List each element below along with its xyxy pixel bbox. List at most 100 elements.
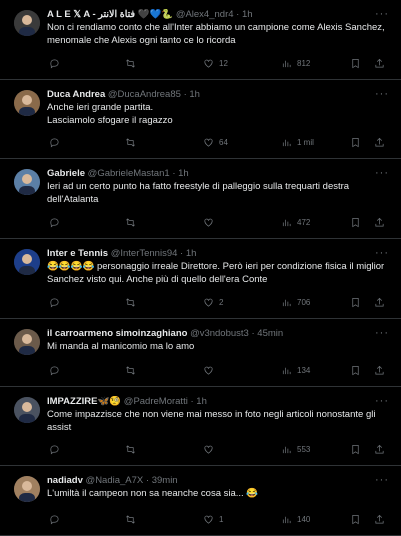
avatar[interactable] xyxy=(14,329,40,355)
display-name[interactable]: A L E 𝕏 A - فتاة الانتر 🖤💙🐍 xyxy=(47,9,173,20)
timestamp[interactable]: 1h xyxy=(178,168,189,179)
avatar[interactable] xyxy=(14,476,40,502)
views-button[interactable]: 140 xyxy=(281,514,310,525)
like-button[interactable] xyxy=(203,444,219,455)
like-button[interactable]: 1 xyxy=(203,514,223,525)
like-count: 64 xyxy=(219,138,228,147)
reply-button[interactable] xyxy=(49,217,65,228)
share-button[interactable] xyxy=(374,137,385,148)
user-handle[interactable]: @Alex4_ndr4 xyxy=(176,9,234,20)
like-button[interactable]: 12 xyxy=(203,58,228,69)
share-button[interactable] xyxy=(374,444,385,455)
timestamp[interactable]: 1h xyxy=(189,89,200,100)
tweet-header: Gabriele @GabrieleMastan1 · 1h xyxy=(47,168,375,180)
avatar[interactable] xyxy=(14,169,40,195)
like-button[interactable]: 2 xyxy=(203,297,223,308)
retweet-button[interactable] xyxy=(125,514,141,525)
bookmark-button[interactable] xyxy=(350,58,361,69)
bookmark-button[interactable] xyxy=(350,137,361,148)
user-handle[interactable]: @GabrieleMastan1 xyxy=(88,168,170,179)
timestamp[interactable]: 1h xyxy=(186,248,197,259)
display-name[interactable]: IMPAZZIRE🦋🧐 xyxy=(47,396,121,407)
views-button[interactable]: 472 xyxy=(281,217,310,228)
views-button[interactable]: 553 xyxy=(281,444,310,455)
display-name[interactable]: nadiadv xyxy=(47,475,83,486)
bookmark-button[interactable] xyxy=(350,365,361,376)
retweet-icon xyxy=(126,515,135,524)
user-handle[interactable]: @Nadia_A7X xyxy=(86,475,144,486)
views-icon xyxy=(282,367,291,375)
reply-button[interactable] xyxy=(49,365,65,376)
avatar[interactable] xyxy=(14,249,40,275)
share-button[interactable] xyxy=(374,514,385,525)
reply-tweet[interactable]: nadiadv @Nadia_A7X · 39min ··· L'umiltà … xyxy=(0,466,401,536)
views-button[interactable]: 134 xyxy=(281,365,310,376)
timestamp[interactable]: 45min xyxy=(257,328,283,339)
display-name[interactable]: Inter e Tennis xyxy=(47,248,108,259)
views-count: 472 xyxy=(297,218,311,227)
user-handle[interactable]: @PadreMoratti xyxy=(124,396,188,407)
bookmark-button[interactable] xyxy=(350,444,361,455)
avatar[interactable] xyxy=(14,397,40,423)
display-name[interactable]: il carroarmeno simoinzaghiano xyxy=(47,328,187,339)
like-icon xyxy=(204,138,213,147)
bookmark-button[interactable] xyxy=(350,217,361,228)
like-button[interactable]: 64 xyxy=(203,137,228,148)
views-button[interactable]: 706 xyxy=(281,297,310,308)
display-name[interactable]: Duca Andrea xyxy=(47,89,105,100)
retweet-button[interactable] xyxy=(125,297,141,308)
tweet-text: Come impazzisce che non viene mai messo … xyxy=(47,409,376,433)
retweet-button[interactable] xyxy=(125,444,141,455)
reply-tweet[interactable]: IMPAZZIRE🦋🧐 @PadreMoratti · 1h ··· Come … xyxy=(0,387,401,466)
more-icon[interactable]: ··· xyxy=(375,167,389,179)
reply-button[interactable] xyxy=(49,514,65,525)
share-button[interactable] xyxy=(374,58,385,69)
retweet-button[interactable] xyxy=(125,137,141,148)
retweet-button[interactable] xyxy=(125,365,141,376)
like-button[interactable] xyxy=(203,365,219,376)
display-name[interactable]: Gabriele xyxy=(47,168,85,179)
reply-tweet[interactable]: il carroarmeno simoinzaghiano @v3ndobust… xyxy=(0,319,401,387)
views-count: 134 xyxy=(297,366,311,375)
like-button[interactable] xyxy=(203,217,219,228)
more-icon[interactable]: ··· xyxy=(375,474,389,486)
avatar[interactable] xyxy=(14,90,40,116)
user-handle[interactable]: @DucaAndrea85 xyxy=(108,89,181,100)
reply-button[interactable] xyxy=(49,297,65,308)
reply-tweet[interactable]: Gabriele @GabrieleMastan1 · 1h ··· Ieri … xyxy=(0,159,401,239)
share-button[interactable] xyxy=(374,297,385,308)
share-button[interactable] xyxy=(374,217,385,228)
retweet-button[interactable] xyxy=(125,58,141,69)
views-count: 812 xyxy=(297,59,311,68)
views-button[interactable]: 812 xyxy=(281,58,310,69)
reply-button[interactable] xyxy=(49,137,65,148)
more-icon[interactable]: ··· xyxy=(375,88,389,100)
share-button[interactable] xyxy=(374,365,385,376)
reply-tweet[interactable]: Inter e Tennis @InterTennis94 · 1h ··· 😂… xyxy=(0,239,401,319)
timestamp[interactable]: 39min xyxy=(152,475,178,486)
more-icon[interactable]: ··· xyxy=(375,327,389,339)
user-handle[interactable]: @v3ndobust3 xyxy=(190,328,249,339)
views-count: 1 mil xyxy=(297,138,314,147)
timestamp-sep: · xyxy=(172,168,176,179)
views-button[interactable]: 1 mil xyxy=(281,137,314,148)
user-handle[interactable]: @InterTennis94 xyxy=(111,248,178,259)
retweet-icon xyxy=(126,366,135,375)
like-icon xyxy=(204,515,213,524)
more-icon[interactable]: ··· xyxy=(375,247,389,259)
more-icon[interactable]: ··· xyxy=(375,8,389,20)
timestamp[interactable]: 1h xyxy=(196,396,207,407)
more-icon[interactable]: ··· xyxy=(375,395,389,407)
reply-button[interactable] xyxy=(49,444,65,455)
tweet-header: Duca Andrea @DucaAndrea85 · 1h xyxy=(47,89,375,101)
tweet-text: Mi manda al manicomio ma lo amo xyxy=(47,341,195,352)
timestamp[interactable]: 1h xyxy=(242,9,253,20)
bookmark-button[interactable] xyxy=(350,297,361,308)
reply-tweet[interactable]: A L E 𝕏 A - فتاة الانتر 🖤💙🐍 @Alex4_ndr4 … xyxy=(0,0,401,80)
reply-tweet[interactable]: Duca Andrea @DucaAndrea85 · 1h ··· Anche… xyxy=(0,80,401,159)
timestamp-sep: · xyxy=(183,89,187,100)
bookmark-button[interactable] xyxy=(350,514,361,525)
reply-button[interactable] xyxy=(49,58,65,69)
retweet-button[interactable] xyxy=(125,217,141,228)
avatar[interactable] xyxy=(14,10,40,36)
